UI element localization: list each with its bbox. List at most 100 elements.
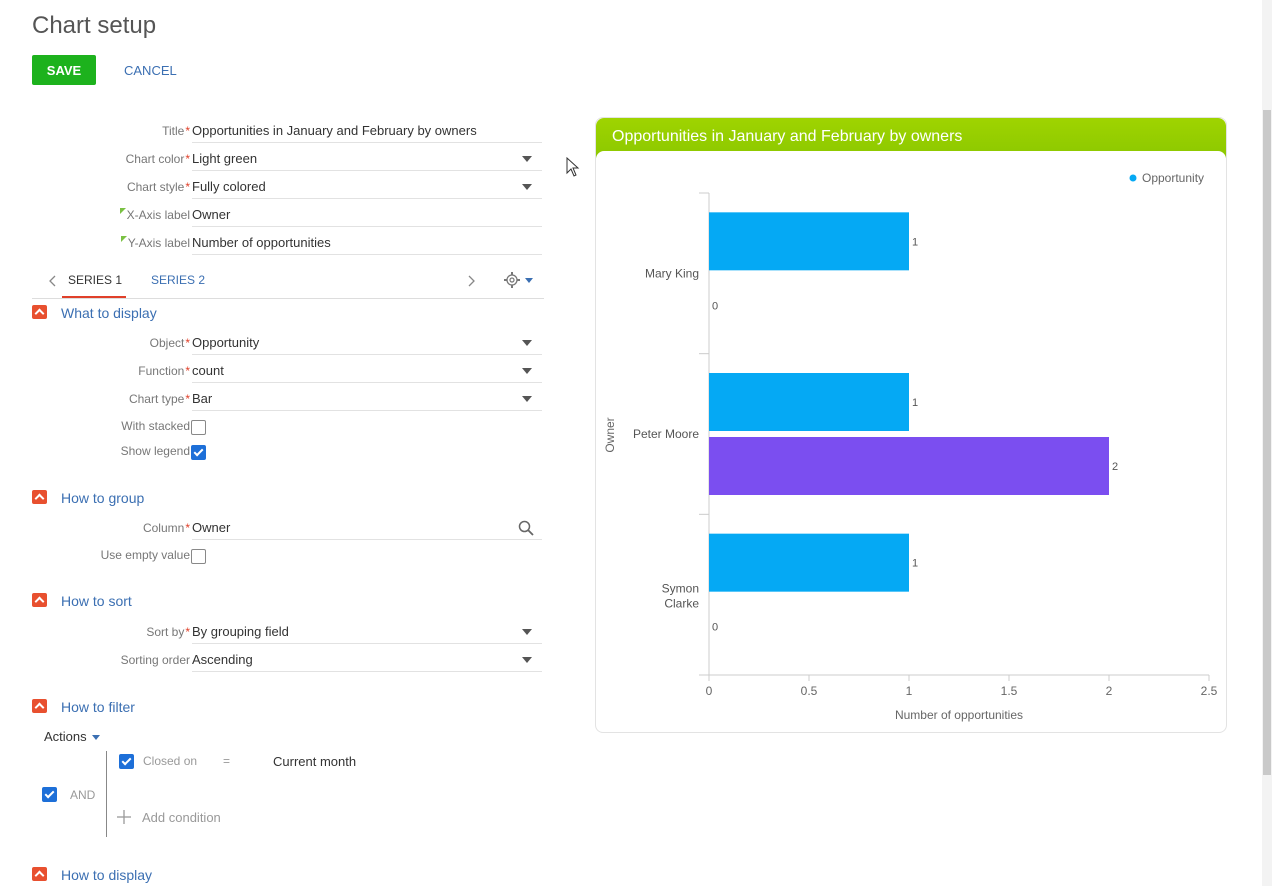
cancel-button[interactable]: CANCEL bbox=[124, 63, 177, 78]
y-tick-label: Mary King bbox=[645, 266, 699, 280]
x-tick-label: 0 bbox=[706, 684, 713, 698]
object-label: Object bbox=[150, 336, 190, 350]
bar-chart: Opportunity Owner Number of opportunitie… bbox=[603, 171, 1218, 722]
filter-group-bracket bbox=[106, 751, 107, 837]
x-tick-label: 2 bbox=[1106, 684, 1113, 698]
show-legend-label: Show legend bbox=[120, 444, 190, 458]
x-axis-label-value: Owner bbox=[192, 207, 231, 222]
save-button[interactable]: SAVE bbox=[32, 55, 96, 85]
add-condition-button[interactable]: Add condition bbox=[142, 810, 221, 825]
tab-series-1[interactable]: SERIES 1 bbox=[68, 273, 122, 287]
data-label: 2 bbox=[1112, 461, 1118, 473]
function-label: Function bbox=[138, 364, 190, 378]
chart-preview: Opportunities in January and February by… bbox=[595, 117, 1227, 733]
chart-color-select[interactable]: Light green bbox=[192, 148, 542, 171]
show-legend-checkbox[interactable] bbox=[191, 445, 206, 460]
y-axis-label-label: Y-Axis label bbox=[120, 236, 190, 250]
section-how-to-group[interactable]: How to group bbox=[61, 490, 144, 506]
use-empty-value-checkbox[interactable] bbox=[191, 549, 206, 564]
and-group-checkbox[interactable] bbox=[42, 787, 57, 802]
localizable-icon bbox=[119, 208, 126, 214]
collapse-icon[interactable] bbox=[32, 699, 47, 713]
with-stacked-label: With stacked bbox=[121, 419, 190, 433]
data-label: 1 bbox=[912, 397, 918, 409]
column-value: Owner bbox=[192, 520, 231, 535]
function-value: count bbox=[192, 363, 224, 378]
x-axis-label-field[interactable]: Owner bbox=[192, 204, 542, 227]
use-empty-value-label: Use empty value bbox=[100, 548, 190, 562]
sort-by-select[interactable]: By grouping field bbox=[192, 621, 542, 644]
tab-series-2[interactable]: SERIES 2 bbox=[151, 273, 205, 287]
title-field[interactable]: Opportunities in January and February by… bbox=[192, 120, 542, 143]
data-label: 0 bbox=[712, 300, 718, 312]
y-axis-label-text: Y-Axis label bbox=[127, 236, 190, 250]
column-label: Column bbox=[143, 521, 190, 535]
chart-style-select[interactable]: Fully colored bbox=[192, 176, 542, 199]
x-tick-label: 2.5 bbox=[1201, 684, 1218, 698]
section-how-to-sort[interactable]: How to sort bbox=[61, 593, 132, 609]
y-tick-label: Peter Moore bbox=[633, 427, 699, 441]
y-axis-label-field[interactable]: Number of opportunities bbox=[192, 232, 542, 255]
chevron-down-icon bbox=[522, 396, 532, 402]
chart-type-value: Bar bbox=[192, 391, 213, 406]
localizable-icon bbox=[120, 236, 127, 242]
with-stacked-checkbox[interactable] bbox=[191, 420, 206, 435]
chart-color-value: Light green bbox=[192, 151, 258, 166]
y-axis-label-value: Number of opportunities bbox=[192, 235, 331, 250]
title-value: Opportunities in January and February by… bbox=[192, 123, 477, 138]
y-tick-label: Clarke bbox=[664, 597, 699, 611]
and-label: AND bbox=[70, 788, 96, 802]
chart-type-label: Chart type bbox=[129, 392, 190, 406]
condition-operator[interactable]: = bbox=[223, 754, 230, 768]
section-how-to-display[interactable]: How to display bbox=[61, 867, 152, 883]
chart-legend: Opportunity bbox=[1129, 171, 1204, 185]
sorting-order-select[interactable]: Ascending bbox=[192, 649, 542, 672]
mouse-cursor-icon bbox=[566, 157, 580, 177]
chart-style-label: Chart style bbox=[127, 180, 190, 194]
title-label: Title bbox=[162, 124, 190, 138]
x-tick-label: 1.5 bbox=[1001, 684, 1018, 698]
actions-menu[interactable]: Actions bbox=[44, 729, 101, 744]
chart-style-value: Fully colored bbox=[192, 179, 266, 194]
collapse-icon[interactable] bbox=[32, 305, 47, 319]
condition-checkbox[interactable] bbox=[119, 754, 134, 769]
collapse-icon[interactable] bbox=[32, 593, 47, 607]
chevron-down-icon bbox=[522, 657, 532, 663]
chevron-down-icon bbox=[522, 368, 532, 374]
gear-icon[interactable] bbox=[503, 271, 537, 289]
condition-field[interactable]: Closed on bbox=[143, 754, 197, 768]
legend-marker bbox=[1129, 174, 1137, 182]
chevron-down-icon bbox=[522, 184, 532, 190]
condition-value[interactable]: Current month bbox=[273, 754, 356, 769]
search-icon[interactable] bbox=[518, 520, 534, 536]
section-how-to-filter[interactable]: How to filter bbox=[61, 699, 135, 715]
bar bbox=[709, 533, 909, 592]
scrollbar-thumb[interactable] bbox=[1263, 110, 1271, 775]
bar bbox=[709, 212, 909, 271]
chart-type-select[interactable]: Bar bbox=[192, 388, 542, 411]
x-axis-label-label: X-Axis label bbox=[119, 208, 190, 222]
object-value: Opportunity bbox=[192, 335, 260, 350]
collapse-icon[interactable] bbox=[32, 490, 47, 504]
bar bbox=[709, 373, 909, 431]
x-axis-title: Number of opportunities bbox=[895, 708, 1023, 722]
chart-title: Opportunities in January and February by… bbox=[612, 128, 963, 145]
y-axis-title: Owner bbox=[603, 417, 617, 452]
chart-color-label: Chart color bbox=[126, 152, 190, 166]
object-select[interactable]: Opportunity bbox=[192, 332, 542, 355]
chevron-down-icon bbox=[522, 340, 532, 346]
section-what-to-display[interactable]: What to display bbox=[61, 305, 157, 321]
sort-by-label: Sort by bbox=[146, 625, 190, 639]
chevron-left-icon[interactable] bbox=[48, 274, 58, 288]
plus-icon[interactable] bbox=[117, 810, 131, 824]
column-field[interactable]: Owner bbox=[192, 517, 542, 540]
chevron-right-icon[interactable] bbox=[466, 274, 476, 288]
y-tick-label: Symon bbox=[662, 582, 699, 596]
x-axis-label-text: X-Axis label bbox=[126, 208, 190, 222]
collapse-icon[interactable] bbox=[32, 867, 47, 881]
function-select[interactable]: count bbox=[192, 360, 542, 383]
sorting-order-value: Ascending bbox=[192, 652, 253, 667]
chevron-down-icon bbox=[522, 629, 532, 635]
data-label: 1 bbox=[912, 236, 918, 248]
bar bbox=[709, 437, 1109, 495]
